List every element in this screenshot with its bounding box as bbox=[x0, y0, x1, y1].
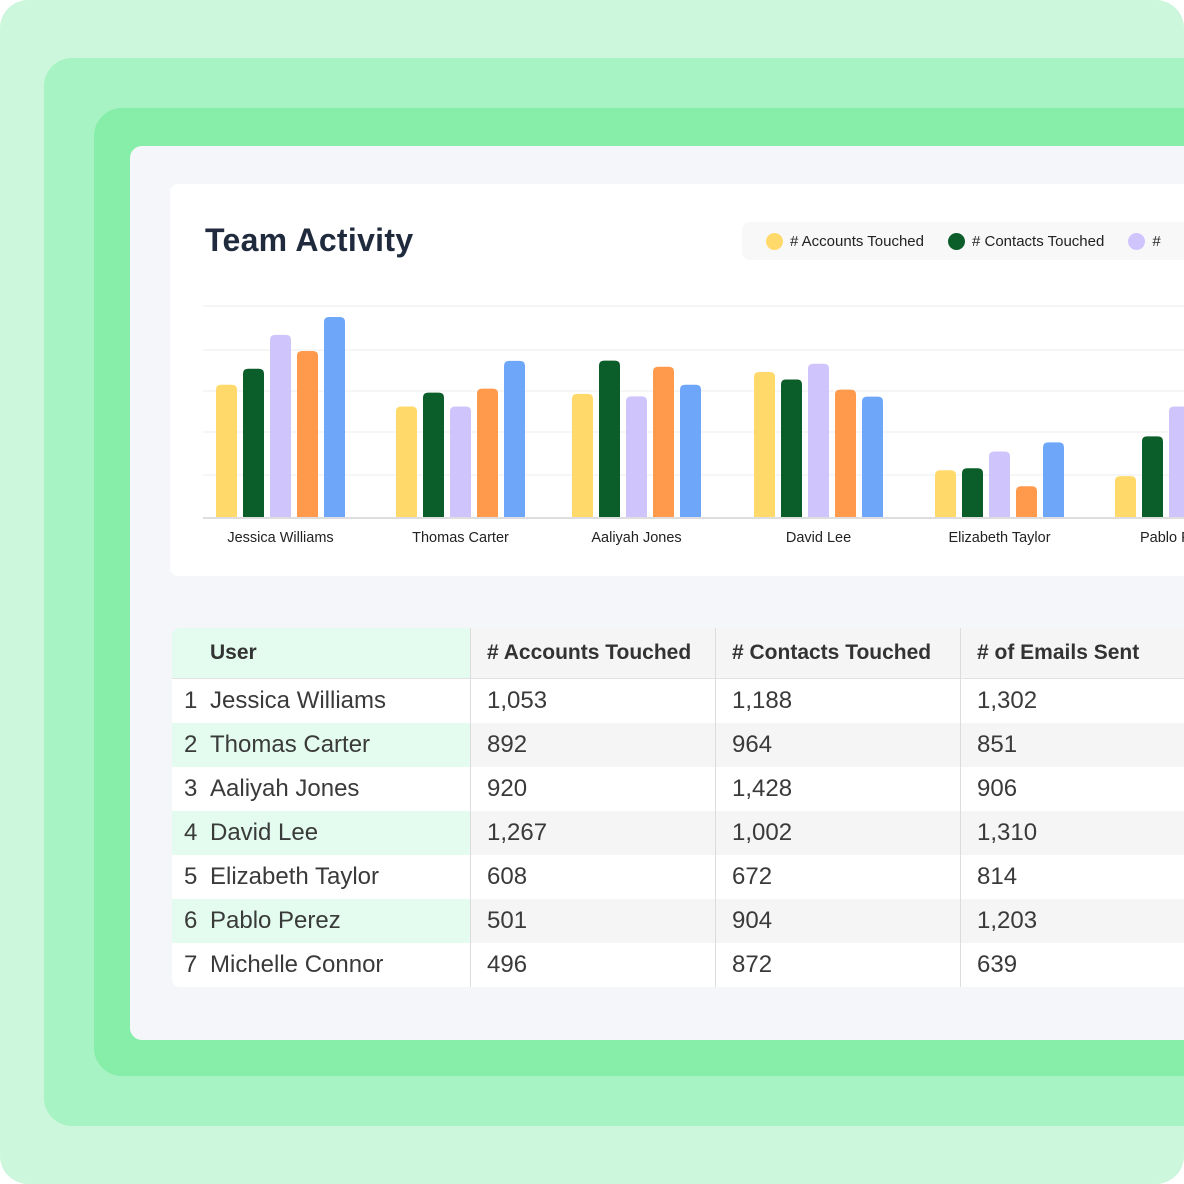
bar[interactable] bbox=[962, 468, 983, 517]
cell-emails: 1,302 bbox=[961, 679, 1184, 723]
bar[interactable] bbox=[1115, 476, 1136, 517]
team-activity-table: User # Accounts Touched # Contacts Touch… bbox=[172, 628, 1184, 987]
bar[interactable] bbox=[989, 451, 1010, 517]
cell-accounts: 496 bbox=[471, 943, 716, 987]
table-body: 1Jessica Williams1,0531,1881,3022Thomas … bbox=[172, 679, 1184, 987]
cell-user: 4David Lee bbox=[172, 811, 471, 855]
bar[interactable] bbox=[297, 351, 318, 517]
bar[interactable] bbox=[216, 385, 237, 517]
cell-accounts: 501 bbox=[471, 899, 716, 943]
bar[interactable] bbox=[680, 385, 701, 517]
bar[interactable] bbox=[477, 389, 498, 517]
table-row[interactable]: 1Jessica Williams1,0531,1881,302 bbox=[172, 679, 1184, 723]
team-activity-card: Team Activity # Accounts Touched # Conta… bbox=[170, 184, 1184, 576]
x-tick-label: Elizabeth Taylor bbox=[948, 530, 1050, 546]
bar[interactable] bbox=[1016, 486, 1037, 517]
table-row[interactable]: 6Pablo Perez5019041,203 bbox=[172, 899, 1184, 943]
cell-emails: 1,203 bbox=[961, 899, 1184, 943]
table-row[interactable]: 2Thomas Carter892964851 bbox=[172, 723, 1184, 767]
cell-accounts: 1,267 bbox=[471, 811, 716, 855]
x-tick-label: Thomas Carter bbox=[412, 530, 509, 546]
cell-user: 5Elizabeth Taylor bbox=[172, 855, 471, 899]
bar[interactable] bbox=[572, 394, 593, 517]
header-emails[interactable]: # of Emails Sent bbox=[961, 628, 1184, 678]
bar[interactable] bbox=[504, 361, 525, 517]
header-user[interactable]: User bbox=[172, 628, 471, 678]
user-name: Pablo Perez bbox=[210, 907, 341, 935]
bar[interactable] bbox=[862, 397, 883, 517]
table-row[interactable]: 4David Lee1,2671,0021,310 bbox=[172, 811, 1184, 855]
user-name: Jessica Williams bbox=[210, 687, 386, 715]
rank: 4 bbox=[184, 819, 210, 847]
cell-contacts: 672 bbox=[716, 855, 961, 899]
table-row[interactable]: 5Elizabeth Taylor608672814 bbox=[172, 855, 1184, 899]
cell-contacts: 1,428 bbox=[716, 767, 961, 811]
x-tick-label: Aaliyah Jones bbox=[591, 530, 681, 546]
rank: 7 bbox=[184, 951, 210, 979]
table-row[interactable]: 3Aaliyah Jones9201,428906 bbox=[172, 767, 1184, 811]
cell-user: 3Aaliyah Jones bbox=[172, 767, 471, 811]
cell-contacts: 872 bbox=[716, 943, 961, 987]
header-accounts[interactable]: # Accounts Touched bbox=[471, 628, 716, 678]
x-tick-label: David Lee bbox=[786, 530, 851, 546]
rank: 2 bbox=[184, 731, 210, 759]
bar[interactable] bbox=[450, 406, 471, 517]
cell-user: 6Pablo Perez bbox=[172, 899, 471, 943]
rank: 5 bbox=[184, 863, 210, 891]
bar[interactable] bbox=[626, 396, 647, 517]
bar[interactable] bbox=[935, 470, 956, 517]
cell-accounts: 1,053 bbox=[471, 679, 716, 723]
bar[interactable] bbox=[270, 335, 291, 517]
x-tick-label: Jessica Williams bbox=[227, 530, 333, 546]
bar[interactable] bbox=[599, 361, 620, 517]
cell-emails: 1,310 bbox=[961, 811, 1184, 855]
user-name: David Lee bbox=[210, 819, 318, 847]
cell-user: 7Michelle Connor bbox=[172, 943, 471, 987]
cell-accounts: 608 bbox=[471, 855, 716, 899]
rank: 1 bbox=[184, 687, 210, 715]
cell-user: 2Thomas Carter bbox=[172, 723, 471, 767]
bar[interactable] bbox=[653, 367, 674, 517]
bar[interactable] bbox=[754, 372, 775, 517]
bar[interactable] bbox=[1043, 442, 1064, 517]
cell-contacts: 1,188 bbox=[716, 679, 961, 723]
bar[interactable] bbox=[423, 393, 444, 517]
user-name: Elizabeth Taylor bbox=[210, 863, 379, 891]
cell-accounts: 920 bbox=[471, 767, 716, 811]
header-contacts[interactable]: # Contacts Touched bbox=[716, 628, 961, 678]
user-name: Michelle Connor bbox=[210, 951, 383, 979]
table-header-row: User # Accounts Touched # Contacts Touch… bbox=[172, 628, 1184, 679]
bar[interactable] bbox=[835, 390, 856, 517]
table-row[interactable]: 7Michelle Connor496872639 bbox=[172, 943, 1184, 987]
bar[interactable] bbox=[324, 317, 345, 517]
cell-contacts: 964 bbox=[716, 723, 961, 767]
cell-emails: 851 bbox=[961, 723, 1184, 767]
cell-emails: 906 bbox=[961, 767, 1184, 811]
bar[interactable] bbox=[1169, 406, 1184, 517]
cell-contacts: 1,002 bbox=[716, 811, 961, 855]
bar[interactable] bbox=[243, 369, 264, 517]
user-name: Thomas Carter bbox=[210, 731, 370, 759]
rank: 6 bbox=[184, 907, 210, 935]
bar[interactable] bbox=[396, 406, 417, 517]
cell-accounts: 892 bbox=[471, 723, 716, 767]
cell-emails: 814 bbox=[961, 855, 1184, 899]
bar[interactable] bbox=[781, 379, 802, 517]
cell-contacts: 904 bbox=[716, 899, 961, 943]
cell-emails: 639 bbox=[961, 943, 1184, 987]
rank: 3 bbox=[184, 775, 210, 803]
bar[interactable] bbox=[1142, 436, 1163, 517]
x-tick-label: Pablo Perez bbox=[1140, 530, 1184, 546]
user-name: Aaliyah Jones bbox=[210, 775, 359, 803]
cell-user: 1Jessica Williams bbox=[172, 679, 471, 723]
bar-chart: Jessica Williams Thomas Carter Aaliyah Jon… bbox=[170, 184, 1184, 576]
bar[interactable] bbox=[808, 364, 829, 517]
